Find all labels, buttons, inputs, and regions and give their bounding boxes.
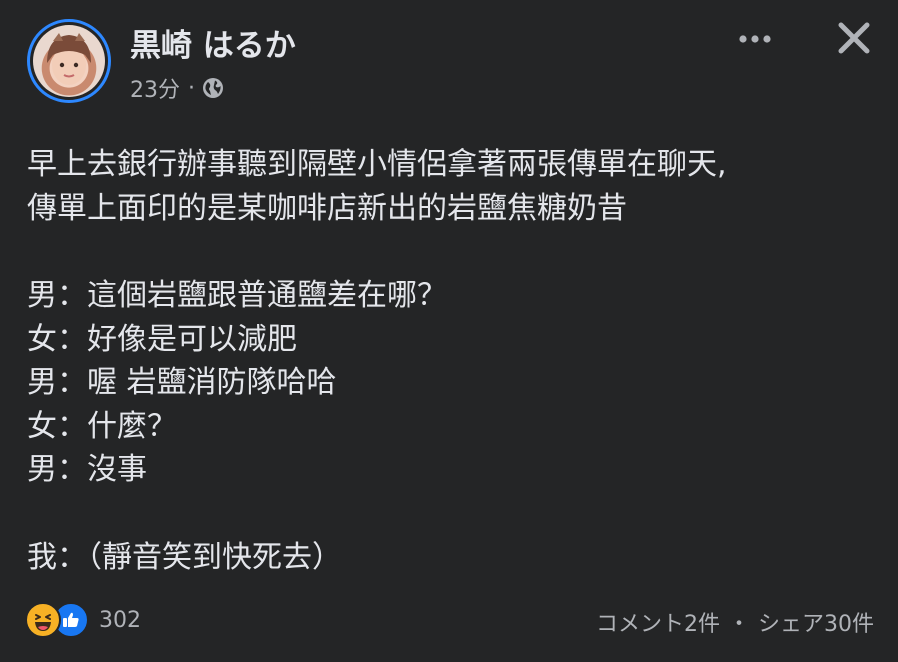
- more-options-icon: [737, 29, 773, 48]
- post-stats: コメント2件 ・ シェア30件: [596, 606, 874, 638]
- post-line: 早上去銀行辦事聽到隔壁小情侶拿著兩張傳單在聊天,: [27, 147, 727, 182]
- post-footer: 302 コメント2件 ・ シェア30件: [0, 598, 898, 646]
- meta-separator: ·: [188, 75, 195, 101]
- more-options-button[interactable]: [733, 22, 777, 54]
- closing-line: 我：（靜音笑到快死去）: [27, 539, 342, 575]
- reactions-summary[interactable]: 302: [25, 602, 141, 638]
- comments-count-link[interactable]: コメント2件: [596, 606, 720, 638]
- post-line: 傳單上面印的是某咖啡店新出的岩鹽焦糖奶昔: [27, 190, 627, 226]
- shares-count-link[interactable]: シェア30件: [758, 606, 874, 638]
- close-icon: [837, 21, 871, 59]
- dialogue-line: 女：好像是可以減肥: [27, 321, 297, 357]
- dialogue-line: 女：什麼？: [27, 408, 177, 444]
- author-name[interactable]: 黒崎 はるか: [130, 20, 296, 65]
- avatar-image: [33, 25, 105, 97]
- close-button[interactable]: [832, 18, 876, 62]
- reaction-count: 302: [99, 607, 141, 633]
- post-meta: 23分 ·: [130, 72, 225, 104]
- post-text: 早上去銀行辦事聽到隔壁小情侶拿著兩張傳單在聊天, 傳單上面印的是某咖啡店新出的岩…: [27, 143, 877, 579]
- dialogue-line: 男：喔 岩鹽消防隊哈哈: [27, 365, 337, 400]
- dialogue-line: 男：這個岩鹽跟普通鹽差在哪？: [27, 278, 447, 313]
- stats-separator: ・: [727, 612, 750, 637]
- haha-reaction-icon: [25, 602, 61, 638]
- post-header: 黒崎 はるか 23分 ·: [0, 0, 898, 120]
- dialogue-line: 男：沒事: [27, 452, 147, 487]
- post-timestamp[interactable]: 23分: [130, 72, 180, 104]
- avatar[interactable]: [27, 19, 111, 103]
- globe-icon[interactable]: [201, 76, 225, 100]
